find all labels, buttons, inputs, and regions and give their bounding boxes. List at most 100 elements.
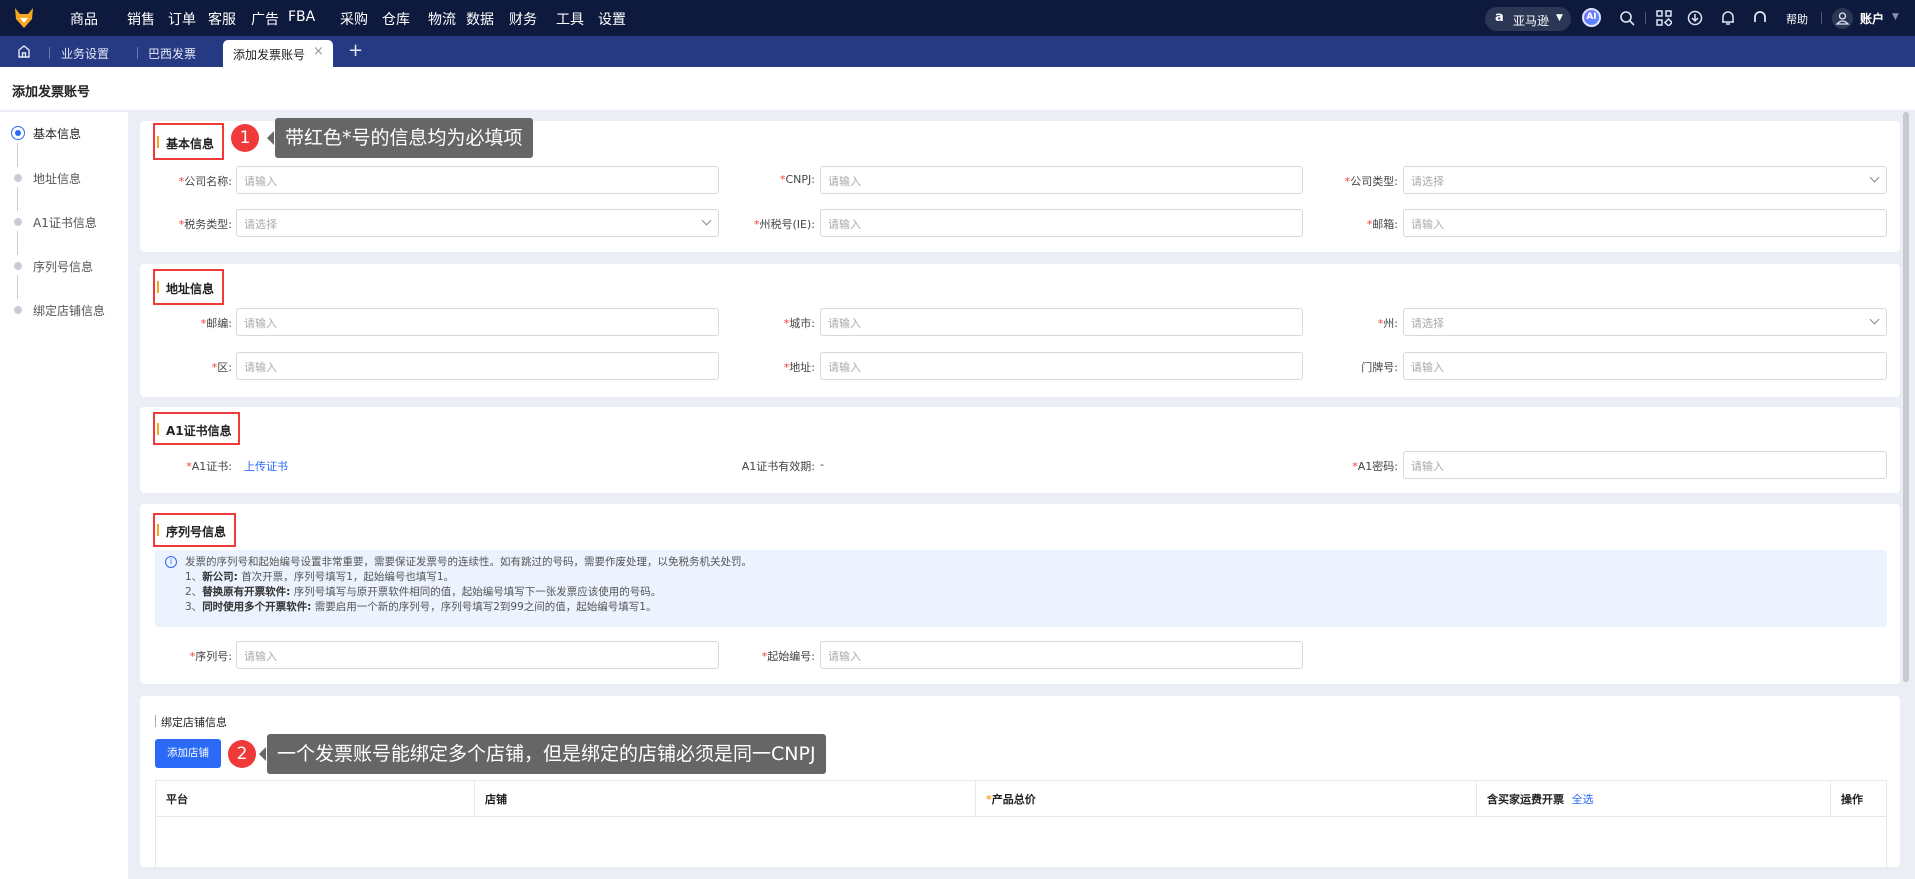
annotation-badge: 2 [228, 740, 256, 768]
address-card: 地址信息 *邮编: 请输入 *城市: 请输入 *州: 请选择 *区: 请输入 *… [140, 264, 1900, 397]
section-bar [157, 281, 159, 293]
tab-business-settings[interactable]: 业务设置 [61, 45, 109, 62]
caret-down-icon: ▼ [1892, 12, 1899, 22]
step-active-icon [11, 126, 25, 140]
top-nav: 商品 销售 订单 客服 广告 FBA 采购 仓库 物流 数据 财务 工具 设置 … [0, 0, 1915, 36]
col-platform: 平台 [155, 780, 475, 817]
nav-service[interactable]: 客服 [208, 9, 236, 29]
cert-card: A1证书信息 *A1证书: 上传证书 A1证书有效期: - *A1密码: 请输入 [140, 407, 1900, 493]
tab-add-invoice-account[interactable]: 添加发票账号 × [223, 40, 333, 67]
house-number-input[interactable]: 请输入 [1403, 352, 1887, 380]
help-link[interactable]: 帮助 [1786, 11, 1808, 27]
serial-label: *序列号: [189, 650, 232, 663]
divider [1645, 12, 1646, 24]
nav-logistics[interactable]: 物流 [428, 9, 456, 29]
cert-password-input[interactable]: 请输入 [1403, 451, 1887, 479]
fox-logo-icon[interactable] [14, 7, 34, 29]
address-input[interactable]: 请输入 [820, 352, 1303, 380]
scrollbar[interactable] [1903, 112, 1909, 682]
company-type-label: *公司类型: [1344, 175, 1398, 188]
annotation-badge: 1 [231, 124, 259, 152]
download-icon[interactable] [1687, 10, 1703, 26]
platform-selector[interactable]: a 亚马逊 ▼ [1485, 7, 1571, 31]
store-card: 绑定店铺信息 添加店铺 2 一个发票账号能绑定多个店铺，但是绑定的店铺必须是同一… [140, 696, 1900, 869]
info-icon: i [165, 556, 177, 568]
caret-down-icon: ▼ [1556, 13, 1563, 23]
section-title: 基本信息 [166, 137, 215, 151]
district-input[interactable]: 请输入 [236, 352, 719, 380]
col-total-price: *产品总价 [975, 780, 1477, 817]
amazon-icon: a [1495, 10, 1504, 25]
section-bar [155, 715, 156, 727]
section-title: A1证书信息 [166, 424, 232, 438]
step-connector [17, 275, 18, 299]
nav-settings[interactable]: 设置 [598, 9, 626, 29]
section-bar [157, 136, 159, 148]
tab-brazil-invoice[interactable]: 巴西发票 [148, 45, 196, 62]
nav-tools[interactable]: 工具 [556, 9, 584, 29]
serial-input[interactable]: 请输入 [236, 641, 719, 669]
search-icon[interactable] [1619, 10, 1635, 26]
section-title: 序列号信息 [166, 525, 227, 539]
store-table: 平台 店铺 *产品总价 含买家运费开票 全选 操作 [155, 780, 1887, 869]
email-input[interactable]: 请输入 [1403, 209, 1887, 237]
info-rule: 2、替换原有开票软件: 序列号填写与原开票软件相同的值，起始编号填写下一张发票应… [185, 586, 662, 598]
basic-info-card: 基本信息 1 带红色*号的信息均为必填项 *公司名称: 请输入 *CNPJ: 请… [140, 118, 1900, 252]
nav-orders[interactable]: 订单 [168, 9, 196, 29]
nav-finance[interactable]: 财务 [509, 9, 537, 29]
start-number-input[interactable]: 请输入 [820, 641, 1303, 669]
add-store-button[interactable]: 添加店铺 [155, 739, 221, 768]
chevron-down-icon [1869, 172, 1880, 183]
upload-cert-link[interactable]: 上传证书 [244, 458, 288, 474]
cert-label: *A1证书: [186, 460, 232, 473]
state-tax-input[interactable]: 请输入 [820, 209, 1303, 237]
step-basic[interactable]: 基本信息 [33, 125, 81, 142]
serial-info-box: i 发票的序列号和起始编号设置非常重要，需要保证发票号的连续性。如有跳过的号码，… [155, 550, 1887, 627]
avatar-icon[interactable] [1832, 8, 1853, 29]
company-type-select[interactable]: 请选择 [1403, 166, 1887, 194]
nav-fba[interactable]: FBA [288, 9, 315, 25]
district-label: *区: [211, 361, 232, 374]
info-rule: 3、同时使用多个开票软件: 需要启用一个新的序列号，序列号填写2到99之间的值，… [185, 601, 657, 613]
divider [49, 47, 50, 59]
close-icon[interactable]: × [313, 44, 324, 59]
step-serial[interactable]: 序列号信息 [33, 258, 93, 275]
step-connector [17, 231, 18, 255]
nav-warehouse[interactable]: 仓库 [382, 9, 410, 29]
zip-input[interactable]: 请输入 [236, 308, 719, 336]
nav-data[interactable]: 数据 [466, 9, 494, 29]
annotation-tooltip: 一个发票账号能绑定多个店铺，但是绑定的店铺必须是同一CNPJ [259, 734, 826, 774]
nav-purchase[interactable]: 采购 [340, 9, 368, 29]
account-menu[interactable]: 账户 [1860, 10, 1884, 27]
company-name-input[interactable]: 请输入 [236, 166, 719, 194]
info-rule: 1、新公司: 首次开票，序列号填写1，起始编号也填写1。 [185, 571, 455, 583]
table-header-row: 平台 店铺 *产品总价 含买家运费开票 全选 操作 [155, 780, 1887, 817]
title-bar: 添加发票账号 [0, 67, 1915, 110]
apps-grid-icon[interactable] [1656, 10, 1672, 26]
state-select[interactable]: 请选择 [1403, 308, 1887, 336]
nav-ads[interactable]: 广告 [251, 9, 279, 29]
email-label: *邮箱: [1366, 218, 1398, 231]
zip-label: *邮编: [200, 317, 232, 330]
cnpj-input[interactable]: 请输入 [820, 166, 1303, 194]
state-label: *州: [1377, 317, 1398, 330]
nav-products[interactable]: 商品 [70, 9, 98, 29]
ai-icon[interactable]: AI [1582, 8, 1601, 27]
bell-icon[interactable] [1720, 10, 1736, 26]
annotation-tooltip: 带红色*号的信息均为必填项 [267, 118, 533, 158]
home-icon[interactable] [17, 44, 31, 58]
step-dot-icon [14, 306, 22, 314]
divider [137, 47, 138, 59]
add-tab-button[interactable]: + [348, 40, 363, 61]
nav-sales[interactable]: 销售 [127, 9, 155, 29]
ai-label: AI [1586, 12, 1597, 22]
city-input[interactable]: 请输入 [820, 308, 1303, 336]
step-dot-icon [14, 262, 22, 270]
step-connector [17, 187, 18, 211]
select-all-link[interactable]: 全选 [1572, 793, 1594, 806]
tax-type-select[interactable]: 请选择 [236, 209, 719, 237]
headset-icon[interactable] [1752, 10, 1768, 26]
page-title: 添加发票账号 [12, 85, 91, 100]
house-number-label: 门牌号: [1361, 361, 1398, 374]
company-name-label: *公司名称: [178, 175, 232, 188]
